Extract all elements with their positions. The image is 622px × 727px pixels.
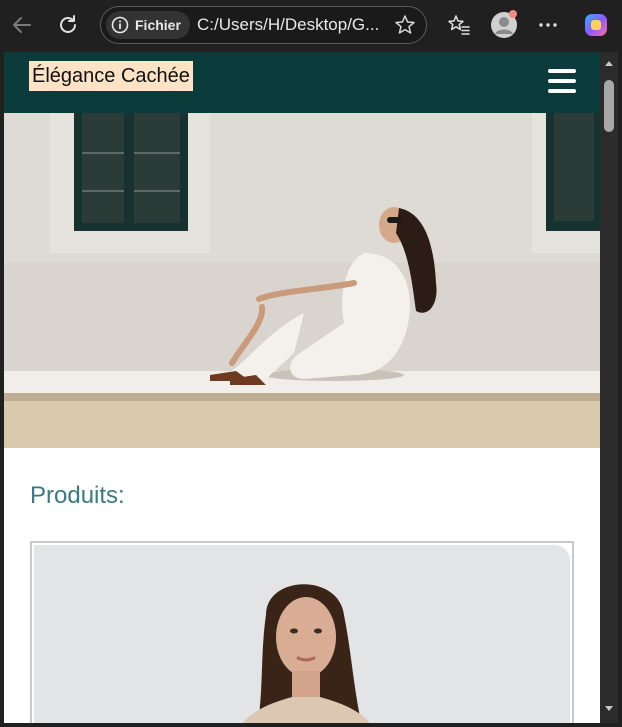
products-title: Produits:	[30, 482, 125, 509]
product-card[interactable]	[30, 541, 574, 723]
site-header: Élégance Cachée	[4, 52, 600, 113]
page-scrollbar[interactable]	[600, 52, 618, 723]
scroll-thumb[interactable]	[604, 80, 614, 132]
hamburger-menu-icon[interactable]	[548, 69, 576, 93]
product-portrait	[34, 545, 570, 723]
favorite-star-icon[interactable]	[394, 14, 416, 36]
site-info-chip[interactable]: Fichier	[106, 11, 190, 39]
more-menu-button[interactable]	[532, 9, 564, 41]
back-button[interactable]	[6, 9, 38, 41]
refresh-button[interactable]	[52, 9, 84, 41]
copilot-button[interactable]	[580, 9, 612, 41]
address-bar[interactable]: Fichier C:/Users/H/Desktop/G...	[100, 6, 427, 44]
hero-photo	[4, 113, 600, 448]
url-text: C:/Users/H/Desktop/G...	[197, 15, 380, 34]
browser-toolbar: Fichier C:/Users/H/Desktop/G...	[0, 0, 622, 52]
favorites-list-icon	[448, 15, 470, 35]
scroll-up-icon[interactable]	[604, 58, 614, 68]
scroll-down-icon[interactable]	[604, 704, 614, 714]
refresh-icon	[60, 15, 76, 33]
back-arrow-icon	[13, 17, 31, 33]
hero-image	[4, 113, 600, 448]
more-menu-icon	[539, 23, 557, 27]
favorites-button[interactable]	[443, 9, 475, 41]
profile-button[interactable]	[488, 9, 520, 41]
notification-dot	[509, 10, 517, 18]
info-icon	[111, 16, 129, 34]
site-chip-label: Fichier	[135, 17, 181, 33]
copilot-icon	[585, 14, 607, 36]
page-viewport: Élégance Cachée Produits:	[4, 52, 600, 723]
product-photo	[34, 545, 570, 723]
brand-logo[interactable]: Élégance Cachée	[29, 61, 193, 91]
